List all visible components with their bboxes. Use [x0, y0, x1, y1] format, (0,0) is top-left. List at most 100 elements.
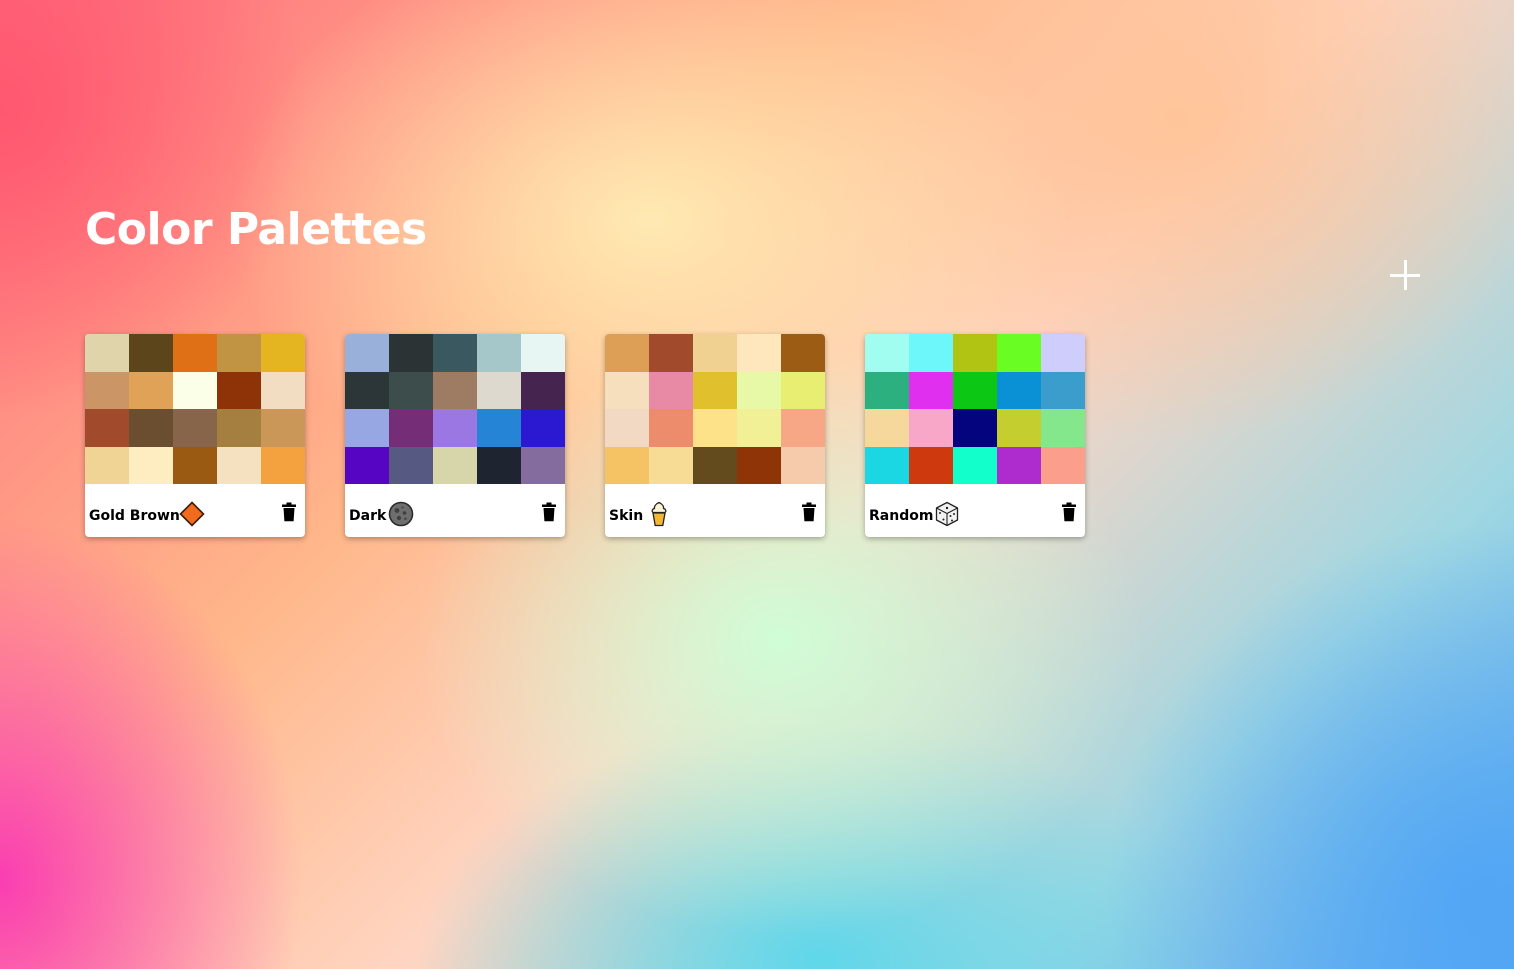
- soft-ice-cream-icon: [651, 501, 667, 527]
- color-swatch: [85, 446, 129, 484]
- color-swatch: [1041, 371, 1085, 409]
- color-swatch: [261, 371, 305, 409]
- color-swatch: [605, 334, 649, 372]
- color-swatch: [345, 371, 389, 409]
- color-swatch: [173, 371, 217, 409]
- color-swatch: [997, 334, 1041, 372]
- color-swatch: [433, 371, 477, 409]
- color-swatch: [693, 446, 737, 484]
- trash-icon[interactable]: [801, 502, 817, 522]
- color-swatch: [997, 409, 1041, 447]
- color-swatch: [477, 371, 521, 409]
- color-swatch: [1041, 409, 1085, 447]
- card-footer: Gold Brown: [85, 484, 305, 537]
- color-swatch: [737, 371, 781, 409]
- color-swatch: [521, 446, 565, 484]
- color-swatch: [953, 446, 997, 484]
- palette-card-gold-brown[interactable]: Gold Brown: [85, 334, 305, 537]
- trash-icon[interactable]: [541, 502, 557, 522]
- color-swatch: [433, 334, 477, 372]
- color-swatch: [1041, 334, 1085, 372]
- color-swatch: [261, 446, 305, 484]
- color-swatch: [737, 334, 781, 372]
- color-swatch: [865, 334, 909, 372]
- color-swatch: [781, 446, 825, 484]
- color-swatch: [433, 409, 477, 447]
- color-swatch: [953, 334, 997, 372]
- color-swatch: [649, 446, 693, 484]
- color-swatch: [693, 409, 737, 447]
- color-swatch: [521, 409, 565, 447]
- color-swatch: [389, 446, 433, 484]
- palette-name: Gold Brown: [89, 508, 180, 524]
- color-swatch: [781, 371, 825, 409]
- color-swatch: [173, 334, 217, 372]
- color-swatch: [85, 334, 129, 372]
- page-title: Color Palettes: [85, 204, 427, 255]
- color-swatch: [521, 371, 565, 409]
- color-swatch: [781, 334, 825, 372]
- color-swatch: [649, 334, 693, 372]
- color-swatch: [953, 409, 997, 447]
- color-swatch: [173, 446, 217, 484]
- color-swatch: [865, 371, 909, 409]
- color-swatch: [129, 409, 173, 447]
- color-swatch: [477, 446, 521, 484]
- color-swatch: [389, 371, 433, 409]
- new-moon-icon: [388, 501, 414, 527]
- color-swatch: [865, 409, 909, 447]
- color-swatch: [737, 409, 781, 447]
- orange-diamond-icon: [179, 501, 205, 527]
- color-swatch: [605, 409, 649, 447]
- card-footer: Random: [865, 484, 1085, 537]
- color-swatch: [693, 371, 737, 409]
- color-swatch: [217, 446, 261, 484]
- palette-card-skin[interactable]: Skin: [605, 334, 825, 537]
- trash-icon[interactable]: [1061, 502, 1077, 522]
- trash-icon[interactable]: [281, 502, 297, 522]
- palette-name: Dark: [349, 508, 387, 524]
- color-swatch: [217, 334, 261, 372]
- color-swatch: [129, 446, 173, 484]
- color-swatch: [217, 409, 261, 447]
- palette-name: Skin: [609, 508, 644, 524]
- color-swatch: [389, 334, 433, 372]
- color-swatch: [865, 446, 909, 484]
- color-swatch: [909, 334, 953, 372]
- palette-list: Gold Brown Dark Skin Random: [85, 334, 1085, 537]
- add-palette-button[interactable]: [1388, 258, 1422, 292]
- color-swatch: [129, 371, 173, 409]
- color-swatch: [1041, 446, 1085, 484]
- color-swatch: [85, 409, 129, 447]
- color-swatch: [173, 409, 217, 447]
- color-swatch: [781, 409, 825, 447]
- swatch-grid: [345, 334, 565, 484]
- color-swatch: [85, 371, 129, 409]
- color-swatch: [997, 371, 1041, 409]
- color-swatch: [649, 409, 693, 447]
- color-swatch: [217, 371, 261, 409]
- swatch-grid: [865, 334, 1085, 484]
- color-swatch: [909, 371, 953, 409]
- swatch-grid: [605, 334, 825, 484]
- color-swatch: [477, 334, 521, 372]
- color-swatch: [389, 409, 433, 447]
- color-swatch: [477, 409, 521, 447]
- color-swatch: [997, 446, 1041, 484]
- card-footer: Dark: [345, 484, 565, 537]
- palette-name: Random: [869, 508, 934, 524]
- card-footer: Skin: [605, 484, 825, 537]
- color-swatch: [953, 371, 997, 409]
- color-swatch: [345, 334, 389, 372]
- color-swatch: [521, 334, 565, 372]
- color-swatch: [345, 446, 389, 484]
- color-swatch: [261, 334, 305, 372]
- color-swatch: [909, 409, 953, 447]
- color-swatch: [649, 371, 693, 409]
- palette-card-dark[interactable]: Dark: [345, 334, 565, 537]
- color-swatch: [433, 446, 477, 484]
- color-swatch: [737, 446, 781, 484]
- palette-card-random[interactable]: Random: [865, 334, 1085, 537]
- color-swatch: [693, 334, 737, 372]
- swatch-grid: [85, 334, 305, 484]
